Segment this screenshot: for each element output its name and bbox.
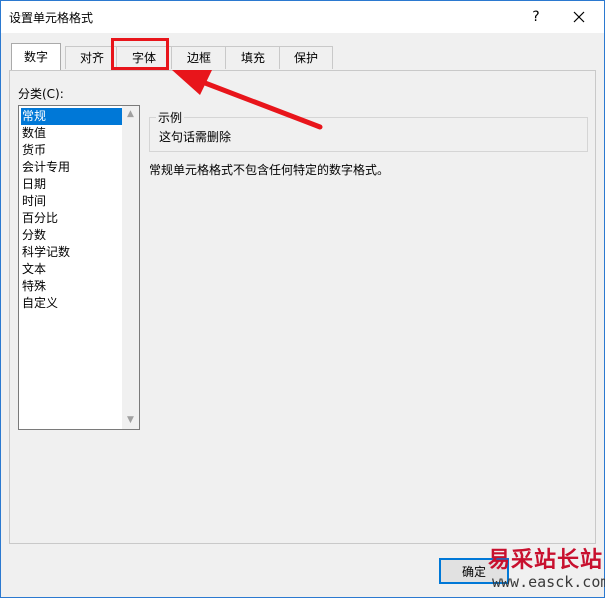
scroll-down-icon[interactable]: ▼	[122, 412, 139, 429]
category-item-time[interactable]: 时间	[21, 193, 122, 210]
category-list[interactable]: 常规 数值 货币 会计专用 日期 时间 百分比 分数 科学记数 文本 特殊 自定…	[18, 105, 140, 430]
dialog-title: 设置单元格格式	[9, 11, 94, 25]
tab-font[interactable]: 字体	[116, 46, 172, 69]
close-button[interactable]	[561, 5, 597, 29]
tab-alignment[interactable]: 对齐	[65, 46, 119, 69]
category-item-fraction[interactable]: 分数	[21, 227, 122, 244]
watermark-url: www.easck.com	[492, 573, 605, 591]
category-item-accounting[interactable]: 会计专用	[21, 159, 122, 176]
title-bar: 设置单元格格式 ?	[1, 1, 604, 33]
category-item-custom[interactable]: 自定义	[21, 295, 122, 312]
format-description: 常规单元格格式不包含任何特定的数字格式。	[149, 163, 390, 177]
category-item-percentage[interactable]: 百分比	[21, 210, 122, 227]
help-button[interactable]: ?	[521, 5, 551, 29]
scroll-up-icon[interactable]: ▲	[122, 106, 139, 123]
watermark-cn: 易采站长站	[488, 547, 604, 573]
category-item-currency[interactable]: 货币	[21, 142, 122, 159]
number-tab-panel: 分类(C): 常规 数值 货币 会计专用 日期 时间 百分比 分数 科学记数 文…	[9, 70, 596, 544]
sample-legend: 示例	[156, 109, 185, 126]
category-item-text[interactable]: 文本	[21, 261, 122, 278]
category-item-date[interactable]: 日期	[21, 176, 122, 193]
tab-fill[interactable]: 填充	[225, 46, 281, 69]
category-item-general[interactable]: 常规	[21, 108, 122, 125]
tab-border[interactable]: 边框	[171, 46, 227, 69]
format-cells-dialog: 设置单元格格式 ? 数字 对齐 字体 边框 填充 保护 分类(C): 常规 数值…	[0, 0, 605, 598]
tab-number[interactable]: 数字	[11, 43, 61, 70]
category-item-scientific[interactable]: 科学记数	[21, 244, 122, 261]
site-watermark: 易采站长站 www.easck.com	[484, 540, 605, 598]
sample-group: 示例 这句话需删除	[149, 109, 588, 152]
category-item-number[interactable]: 数值	[21, 125, 122, 142]
tab-protection[interactable]: 保护	[279, 46, 333, 69]
sample-value: 这句话需删除	[159, 130, 232, 144]
category-label: 分类(C):	[18, 87, 64, 101]
close-icon	[573, 11, 585, 23]
category-item-special[interactable]: 特殊	[21, 278, 122, 295]
category-scrollbar[interactable]: ▲ ▼	[122, 106, 139, 429]
